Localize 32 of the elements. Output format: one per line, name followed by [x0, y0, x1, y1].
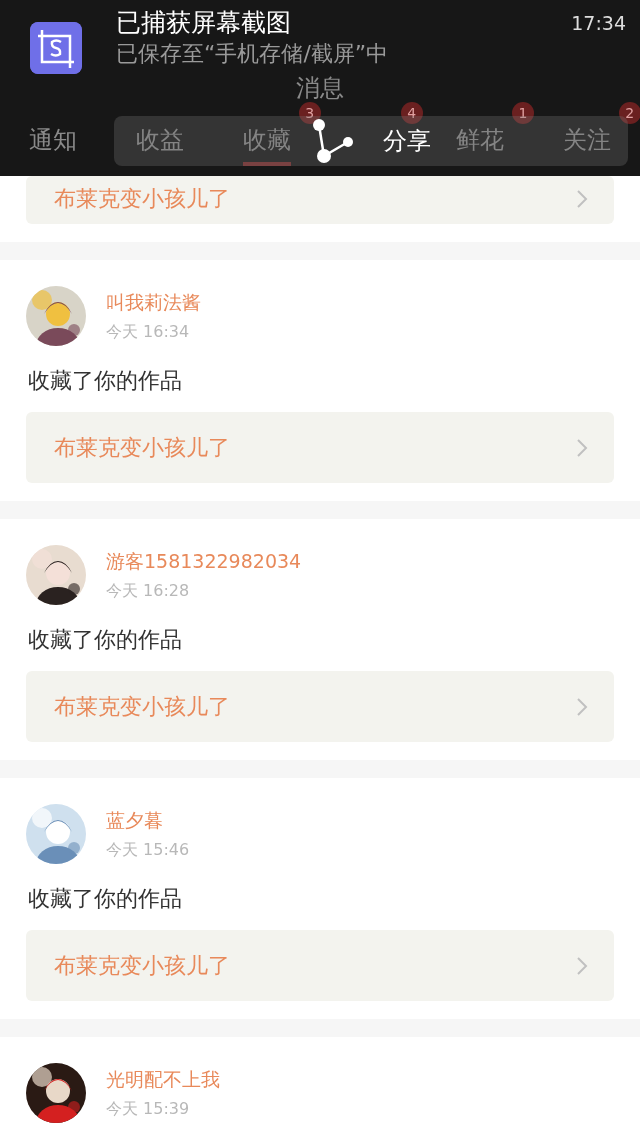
timestamp: 今天 15:39: [106, 1098, 191, 1120]
timestamp: 今天 15:46: [106, 839, 190, 861]
work-link[interactable]: 布莱克变小孩儿了: [26, 671, 614, 742]
timestamp: 今天 16:34: [106, 321, 191, 343]
action-text: 收藏了你的作品: [28, 626, 183, 654]
action-text: 收藏了你的作品: [28, 885, 183, 913]
count-badge: 2: [618, 102, 640, 124]
share-icon: [311, 118, 353, 164]
count-badge: 3: [298, 102, 321, 124]
tab[interactable]: 4: [400, 102, 423, 124]
page-title: 消息: [296, 73, 344, 104]
work-link[interactable]: 布莱克变小孩儿了: [26, 176, 614, 224]
tab[interactable]: 通知: [29, 116, 78, 166]
work-link[interactable]: 布莱克变小孩儿了: [26, 930, 614, 1001]
user-name[interactable]: 游客1581322982034: [106, 548, 302, 575]
count-badge: 1: [512, 102, 534, 124]
notification-title: 已捕获屏幕截图: [116, 7, 291, 39]
share-label[interactable]: 分享: [383, 125, 431, 157]
screenshot-icon: [30, 22, 82, 74]
action-text: 收藏了你的作品: [28, 367, 183, 395]
chevron-icon: [576, 696, 588, 717]
chevron-icon: [576, 955, 588, 976]
chevron-icon: [576, 437, 588, 458]
user-name[interactable]: 蓝夕暮: [106, 807, 190, 834]
user-name[interactable]: 叫我莉法酱: [106, 289, 201, 316]
timestamp: 今天 16:28: [106, 580, 191, 602]
notification-text: 已保存至“手机存储/截屏”中: [116, 40, 389, 68]
user-name[interactable]: 光明配不上我: [106, 1066, 220, 1093]
work-link[interactable]: 布莱克变小孩儿了: [26, 412, 614, 483]
chevron-icon: [576, 189, 588, 209]
tab[interactable]: 收益: [136, 116, 184, 166]
clock: 17:34: [571, 12, 626, 34]
